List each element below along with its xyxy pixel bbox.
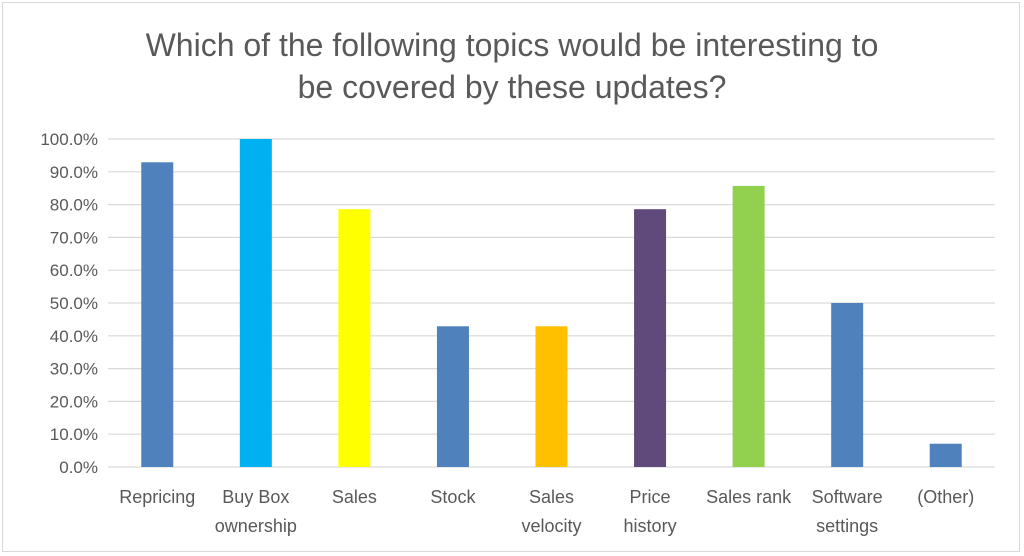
bar: [436, 326, 469, 467]
y-tick-label: 20.0%: [50, 392, 98, 411]
y-tick-label: 50.0%: [50, 294, 98, 313]
bar: [929, 443, 962, 467]
x-tick-label: Stock: [430, 487, 476, 507]
bar: [239, 139, 272, 467]
x-tick-label: Repricing: [119, 487, 195, 507]
y-tick-label: 90.0%: [50, 163, 98, 182]
x-tick-label: velocity: [521, 516, 581, 536]
x-tick-label: Software: [812, 487, 883, 507]
x-tick-label: settings: [816, 516, 878, 536]
y-tick-label: 0.0%: [59, 458, 98, 477]
y-tick-label: 100.0%: [40, 130, 98, 149]
bar: [831, 303, 864, 467]
x-tick-label: Sales: [529, 487, 574, 507]
y-tick-label: 10.0%: [50, 425, 98, 444]
y-tick-label: 60.0%: [50, 261, 98, 280]
bar: [141, 162, 174, 467]
bar-chart: 0.0% 10.0% 20.0% 30.0% 40.0% 50.0% 60.0% 70.0% 8…: [40, 130, 995, 536]
y-tick-label: 80.0%: [50, 196, 98, 215]
y-tick-label: 30.0%: [50, 360, 98, 379]
bar: [338, 209, 371, 467]
x-tick-label: Buy Box: [222, 487, 289, 507]
bar: [535, 326, 568, 467]
x-tick-label: Sales rank: [706, 487, 792, 507]
bar: [634, 209, 667, 467]
x-tick-label: ownership: [215, 516, 297, 536]
bar: [732, 185, 765, 468]
y-tick-label: 70.0%: [50, 228, 98, 247]
x-tick-label: (Other): [917, 487, 974, 507]
x-tick-label: history: [624, 516, 677, 536]
x-tick-label: Price: [630, 487, 671, 507]
x-tick-label: Sales: [332, 487, 377, 507]
y-tick-label: 40.0%: [50, 327, 98, 346]
